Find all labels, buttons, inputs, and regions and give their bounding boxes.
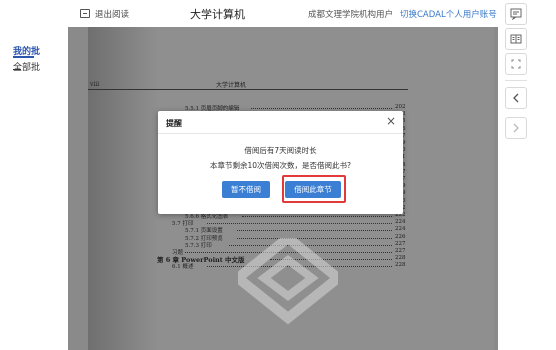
previous-page-button[interactable] — [505, 87, 527, 109]
chevron-right-icon — [513, 123, 519, 133]
toc-page-number: 202 — [395, 104, 406, 110]
toc-page-number: 228 — [395, 255, 406, 262]
fullscreen-button[interactable] — [505, 53, 527, 75]
decline-borrow-button[interactable]: 暂不借阅 — [222, 181, 270, 198]
switch-account-link[interactable]: 切换CADAL个人用户账号 — [400, 8, 497, 20]
toc-entry: 6.1 概述 — [172, 264, 194, 271]
toc-leader-dots — [206, 219, 392, 225]
toc-page-number: 228 — [395, 262, 406, 269]
toc-leader-dots — [237, 226, 392, 232]
close-icon[interactable]: × — [386, 114, 396, 128]
running-title: 大学计算机 — [216, 82, 247, 89]
all-annotations-tab[interactable]: 全部批 — [13, 60, 40, 73]
dialog-title: 提醒 — [166, 119, 182, 128]
toc-page-number: 227 — [395, 248, 406, 254]
toolbar-divider — [505, 80, 527, 81]
subtab-underline — [13, 69, 21, 70]
page-header-rule — [88, 89, 408, 90]
exit-icon[interactable] — [80, 9, 90, 18]
cadal-watermark — [238, 238, 338, 325]
tab-underline — [13, 56, 34, 58]
toc-button[interactable] — [505, 28, 527, 50]
toc-page-number: 227 — [395, 240, 406, 247]
dialog-message-remaining: 本章节剩余10次借阅次数，是否借阅此书? — [209, 161, 352, 170]
comment-icon — [510, 8, 522, 20]
highlight-annotation-box — [282, 175, 346, 203]
chevron-left-icon — [513, 93, 519, 103]
toc-page-number: 224 — [395, 226, 406, 233]
dialog-message-duration: 借阅后有7天阅读时长 — [244, 146, 317, 155]
toc-page-number: 226 — [395, 233, 406, 240]
dialog-divider — [158, 133, 403, 134]
comment-button[interactable] — [505, 3, 527, 25]
borrow-reminder-dialog: 提醒 × 借阅后有7天阅读时长 本章节剩余10次借阅次数，是否借阅此书? 暂不借… — [158, 111, 403, 214]
next-page-button[interactable] — [505, 117, 527, 139]
book-title: 大学计算机 — [190, 8, 245, 21]
page-number: viii — [90, 81, 100, 88]
book-icon — [510, 34, 522, 44]
right-toolbar — [498, 0, 556, 350]
reader-topbar: 退出阅读 大学计算机 成都文理学院机构用户 切换CADAL个人用户账号 — [68, 0, 498, 27]
fullscreen-icon — [511, 59, 521, 69]
institution-user-label: 成都文理学院机构用户 — [308, 10, 394, 20]
toc-page-number: 224 — [395, 219, 406, 226]
annotation-panel: 我的批 全部批 — [0, 0, 68, 350]
exit-reading-button[interactable]: 退出阅读 — [95, 8, 129, 20]
toc-leader-dots — [250, 104, 392, 109]
